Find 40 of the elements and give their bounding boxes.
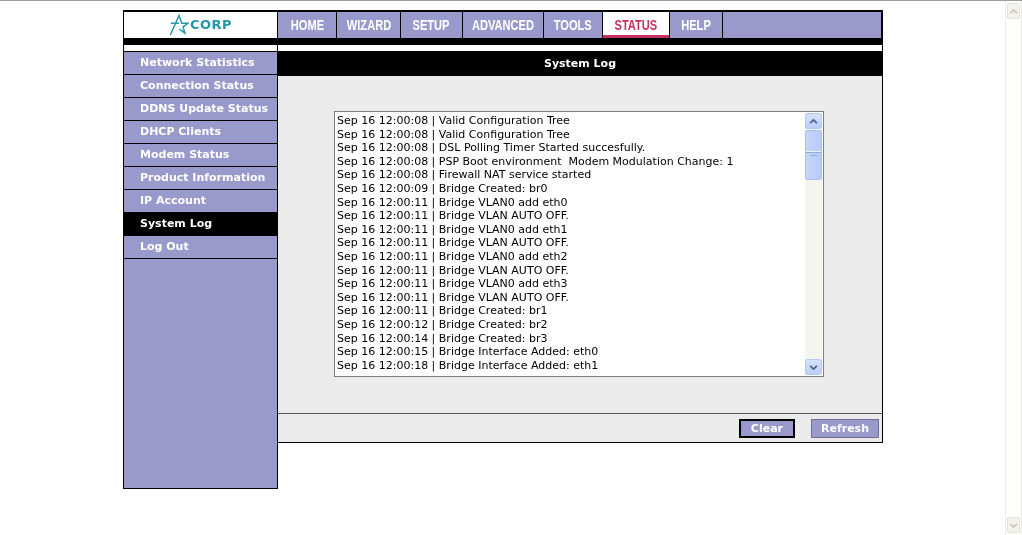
- log-entry: Sep 16 12:00:14 | Bridge Created: br3: [337, 331, 548, 346]
- chevron-down-icon: [1009, 522, 1018, 528]
- log-entry: Sep 16 12:00:11 | Bridge VLAN AUTO OFF.: [337, 236, 569, 250]
- nav-tab[interactable]: HELP: [670, 12, 723, 38]
- sidebar-item[interactable]: System Log: [124, 213, 277, 236]
- chevron-up-icon: [1009, 8, 1018, 14]
- log-entry: Sep 16 12:00:11 | Bridge Created: br1: [337, 304, 548, 318]
- log-entry: Sep 16 12:00:08 | Firewall NAT service started: [337, 168, 592, 182]
- log-entry: Sep 16 12:00:11 | Bridge VLAN0 add eth0: [337, 195, 568, 210]
- chevron-down-icon: [809, 364, 818, 370]
- log-entry: Sep 16 12:00:15 | Bridge Interface Added: eth0: [337, 345, 599, 359]
- log-text-area[interactable]: [334, 111, 824, 377]
- action-button[interactable]: Clear: [738, 418, 795, 438]
- action-button[interactable]: Refresh: [811, 418, 879, 438]
- nav-tab[interactable]: HOME: [278, 12, 337, 38]
- nav-tab[interactable]: TOOLS: [544, 12, 603, 38]
- nav-tab[interactable]: WIZARD: [337, 12, 401, 38]
- nav-tab[interactable]: ADVANCED: [463, 12, 544, 38]
- log-entry: Sep 16 12:00:12 | Bridge Created: br2: [337, 317, 548, 332]
- scroll-up-button[interactable]: [805, 113, 822, 129]
- log-entry: Sep 16 12:00:11 | Bridge VLAN AUTO OFF.: [337, 290, 569, 305]
- scrollbar-thumb[interactable]: [805, 130, 822, 180]
- log-entry: Sep 16 12:00:08 | Valid Configuration Tree: [337, 127, 570, 142]
- log-entry: Sep 16 12:00:18 | Bridge Interface Added: eth1: [337, 358, 599, 373]
- log-entry: Sep 16 12:00:08 | Valid Configuration Tree: [337, 114, 570, 128]
- log-entry: Sep 16 12:00:11 | Bridge VLAN0 add eth3: [337, 277, 568, 291]
- log-entry: Sep 16 12:00:11 | Bridge VLAN0 add eth1: [337, 222, 568, 237]
- log-entry: Sep 16 12:00:08 | DSL Polling Timer Started succesfully.: [337, 141, 646, 155]
- nav-tab[interactable]: STATUS: [603, 12, 670, 38]
- log-entry: Sep 16 12:00:08 | PSP Boot environment Modem Modulation Change: 1: [337, 154, 734, 169]
- logo-text: CORP: [189, 17, 233, 33]
- log-entry: Sep 16 12:00:09 | Bridge Created: br0: [337, 181, 548, 196]
- log-entry: Sep 16 12:00:11 | Bridge VLAN AUTO OFF.: [337, 209, 569, 223]
- log-entry: Sep 16 12:00:11 | Bridge VLAN0 add eth2: [337, 249, 568, 264]
- star-logo-icon: [168, 14, 189, 36]
- log-entry: Sep 16 12:00:11 | Bridge VLAN AUTO OFF.: [337, 263, 569, 278]
- panel-title: System Log: [278, 51, 882, 76]
- chevron-up-icon: [809, 118, 818, 124]
- nav-tab[interactable]: SETUP: [401, 12, 463, 38]
- scroll-down-button[interactable]: [805, 359, 822, 375]
